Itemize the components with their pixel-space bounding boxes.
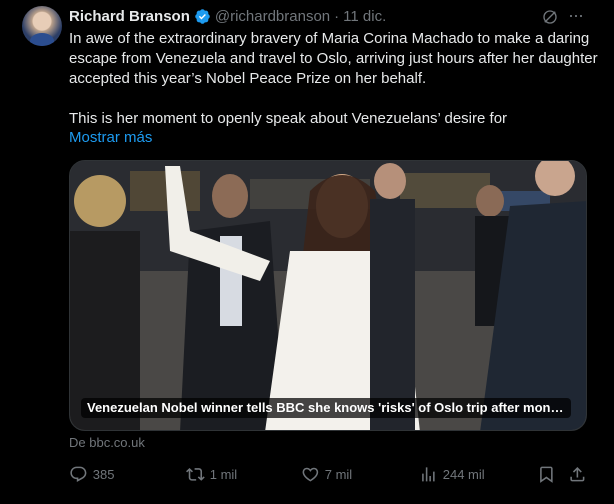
action-bar: 385 1 mil 7 mil 244 mil	[0, 462, 614, 486]
separator-dot: ·	[334, 7, 340, 25]
like-count: 7 mil	[324, 466, 353, 482]
author-handle[interactable]: @richardbranson	[215, 8, 330, 25]
reply-button[interactable]: 385	[69, 462, 114, 486]
share-icon	[570, 466, 585, 482]
verified-badge-icon	[195, 8, 210, 24]
card-caption[interactable]: Venezuelan Nobel winner tells BBC she kn…	[81, 398, 571, 418]
card-source[interactable]: De bbc.co.uk	[69, 435, 145, 451]
views-button[interactable]: 244 mil	[419, 462, 485, 486]
tweet[interactable]: Richard Branson @richardbranson · 11 dic…	[0, 0, 614, 504]
share-button[interactable]	[568, 462, 592, 486]
grok-icon[interactable]	[541, 8, 559, 26]
tweet-header: Richard Branson @richardbranson · 11 dic…	[69, 6, 386, 26]
tweet-text: In awe of the extraordinary bravery of M…	[69, 29, 599, 129]
author-name[interactable]: Richard Branson	[69, 8, 190, 25]
like-icon	[302, 467, 319, 482]
retweet-icon	[186, 467, 205, 481]
retweet-count: 1 mil	[209, 466, 238, 482]
link-card-image[interactable]	[69, 160, 587, 431]
views-count: 244 mil	[442, 466, 485, 482]
bookmark-icon	[540, 466, 553, 483]
reply-icon	[70, 466, 87, 482]
show-more-link[interactable]: Mostrar más	[69, 128, 152, 148]
more-icon[interactable]: ···	[568, 6, 588, 26]
retweet-button[interactable]: 1 mil	[186, 462, 237, 486]
news-photo	[70, 161, 586, 430]
reply-count: 385	[92, 466, 115, 482]
bookmark-button[interactable]	[537, 462, 561, 486]
tweet-text-paragraph-1: In awe of the extraordinary bravery of M…	[69, 30, 598, 87]
views-icon	[422, 466, 435, 482]
tweet-date[interactable]: 11 dic.	[343, 8, 386, 25]
like-button[interactable]: 7 mil	[301, 462, 352, 486]
tweet-text-paragraph-2: This is her moment to openly speak about…	[69, 110, 508, 127]
avatar[interactable]	[22, 6, 62, 46]
